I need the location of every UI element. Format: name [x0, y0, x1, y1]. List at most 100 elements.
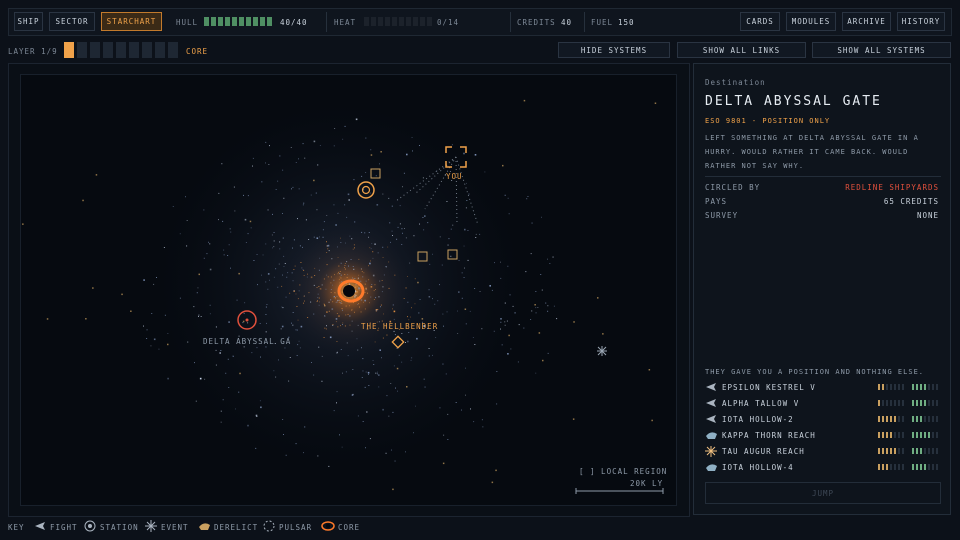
stat-pip	[882, 416, 884, 422]
layer-segment[interactable]	[77, 42, 87, 58]
hide-systems-button[interactable]: HIDE SYSTEMS	[558, 42, 670, 58]
stat-pip	[882, 448, 884, 454]
stat-pip	[882, 400, 884, 406]
system-list-item[interactable]: TAU AUGUR REACH	[722, 447, 805, 456]
diamond-marker-icon[interactable]	[391, 335, 405, 349]
show-all-systems-button[interactable]: SHOW ALL SYSTEMS	[812, 42, 951, 58]
scale-label: 20K LY	[630, 479, 664, 488]
destination-name: DELTA ABYSSAL GATE	[705, 94, 882, 109]
stat-pip	[898, 464, 900, 470]
system-list-item[interactable]: ALPHA TALLOW V	[722, 399, 799, 408]
stat-pip	[912, 448, 914, 454]
star-map[interactable]: YOU THE HELLBENDER DELTA ABYSSAL GA [ ] …	[20, 74, 677, 506]
stat-pip	[898, 448, 900, 454]
stat-pip	[886, 416, 888, 422]
stat-pip	[932, 448, 934, 454]
starchart-tab[interactable]: STARCHART	[101, 12, 162, 31]
stat-pip	[920, 384, 922, 390]
stat-pip	[916, 400, 918, 406]
stat-pip	[902, 464, 904, 470]
bar-segment	[420, 17, 425, 26]
stat-pip	[928, 400, 930, 406]
stat-pip	[898, 400, 900, 406]
system-list-item[interactable]: EPSILON KESTREL V	[722, 383, 816, 392]
layer-name: CORE	[186, 47, 209, 56]
stat-pip	[920, 432, 922, 438]
region-label: [ ] LOCAL REGION	[579, 467, 668, 476]
bar-segment	[239, 17, 244, 26]
system-list-item[interactable]: KAPPA THORN REACH	[722, 431, 816, 440]
bar-segment	[371, 17, 376, 26]
system-marker-icon[interactable]	[447, 249, 458, 260]
system-marker-icon[interactable]	[417, 251, 428, 262]
stat-pip	[894, 432, 896, 438]
bar-segment	[413, 17, 418, 26]
bar-segment	[267, 17, 272, 26]
pulsar-icon[interactable]	[597, 346, 607, 356]
jump-button[interactable]: JUMP	[705, 482, 941, 504]
fight-icon	[35, 522, 45, 530]
stat-pip	[936, 448, 938, 454]
stat-pip	[924, 400, 926, 406]
system-marker-icon[interactable]	[370, 168, 381, 179]
system-list-item[interactable]: IOTA HOLLOW-2	[722, 415, 794, 424]
stat-pip	[894, 400, 896, 406]
archive-button[interactable]: ARCHIVE	[842, 12, 891, 31]
stat-pip	[924, 416, 926, 422]
fight-icon	[706, 399, 716, 407]
derelict-icon	[199, 523, 210, 530]
stat-pip	[912, 416, 914, 422]
stat-pip	[882, 464, 884, 470]
stat-pip	[890, 432, 892, 438]
layer-segment[interactable]	[90, 42, 100, 58]
scale-bar	[575, 488, 664, 494]
bar-segment	[406, 17, 411, 26]
bar-segment	[385, 17, 390, 26]
credits-value: 40	[561, 18, 573, 27]
layer-segment[interactable]	[142, 42, 152, 58]
modules-button[interactable]: MODULES	[786, 12, 836, 31]
divider	[584, 12, 585, 32]
stat-pip	[890, 464, 892, 470]
hull-value: 40/40	[280, 18, 308, 27]
system-list-item[interactable]: IOTA HOLLOW-4	[722, 463, 794, 472]
stat-pip	[912, 400, 914, 406]
station-icon	[84, 520, 96, 532]
layer-segment[interactable]	[168, 42, 178, 58]
core-icon[interactable]	[337, 279, 365, 303]
sector-tab[interactable]: SECTOR	[49, 12, 95, 31]
legend-key-label: KEY	[8, 523, 25, 532]
layer-segment[interactable]	[103, 42, 113, 58]
event-icon	[145, 520, 157, 532]
stat-pip	[932, 400, 934, 406]
stat-pip	[878, 448, 880, 454]
stat-pip	[912, 432, 914, 438]
stat-pip	[890, 400, 892, 406]
bar-segment	[392, 17, 397, 26]
stat-pip	[890, 448, 892, 454]
bar-segment	[260, 17, 265, 26]
stat-pip	[902, 416, 904, 422]
stat-pip	[924, 432, 926, 438]
layer-segment[interactable]	[116, 42, 126, 58]
layer-segment[interactable]	[129, 42, 139, 58]
destination-map-label: DELTA ABYSSAL GA	[203, 337, 292, 346]
station-icon[interactable]	[357, 181, 375, 199]
divider	[510, 12, 511, 32]
stat-pip	[924, 464, 926, 470]
stat-pip	[924, 448, 926, 454]
stat-pip	[886, 448, 888, 454]
cards-button[interactable]: CARDS	[740, 12, 780, 31]
destination-marker-icon[interactable]	[237, 310, 257, 330]
stat-pip	[898, 416, 900, 422]
layer-segment[interactable]	[155, 42, 165, 58]
show-all-links-button[interactable]: SHOW ALL LINKS	[677, 42, 806, 58]
layer-segment[interactable]	[64, 42, 74, 58]
ship-tab[interactable]: SHIP	[14, 12, 43, 31]
stat-pip	[928, 464, 930, 470]
fight-icon	[706, 383, 716, 391]
stat-pip	[936, 400, 938, 406]
history-button[interactable]: HISTORY	[897, 12, 945, 31]
stat-pip	[932, 416, 934, 422]
bar-segment	[246, 17, 251, 26]
